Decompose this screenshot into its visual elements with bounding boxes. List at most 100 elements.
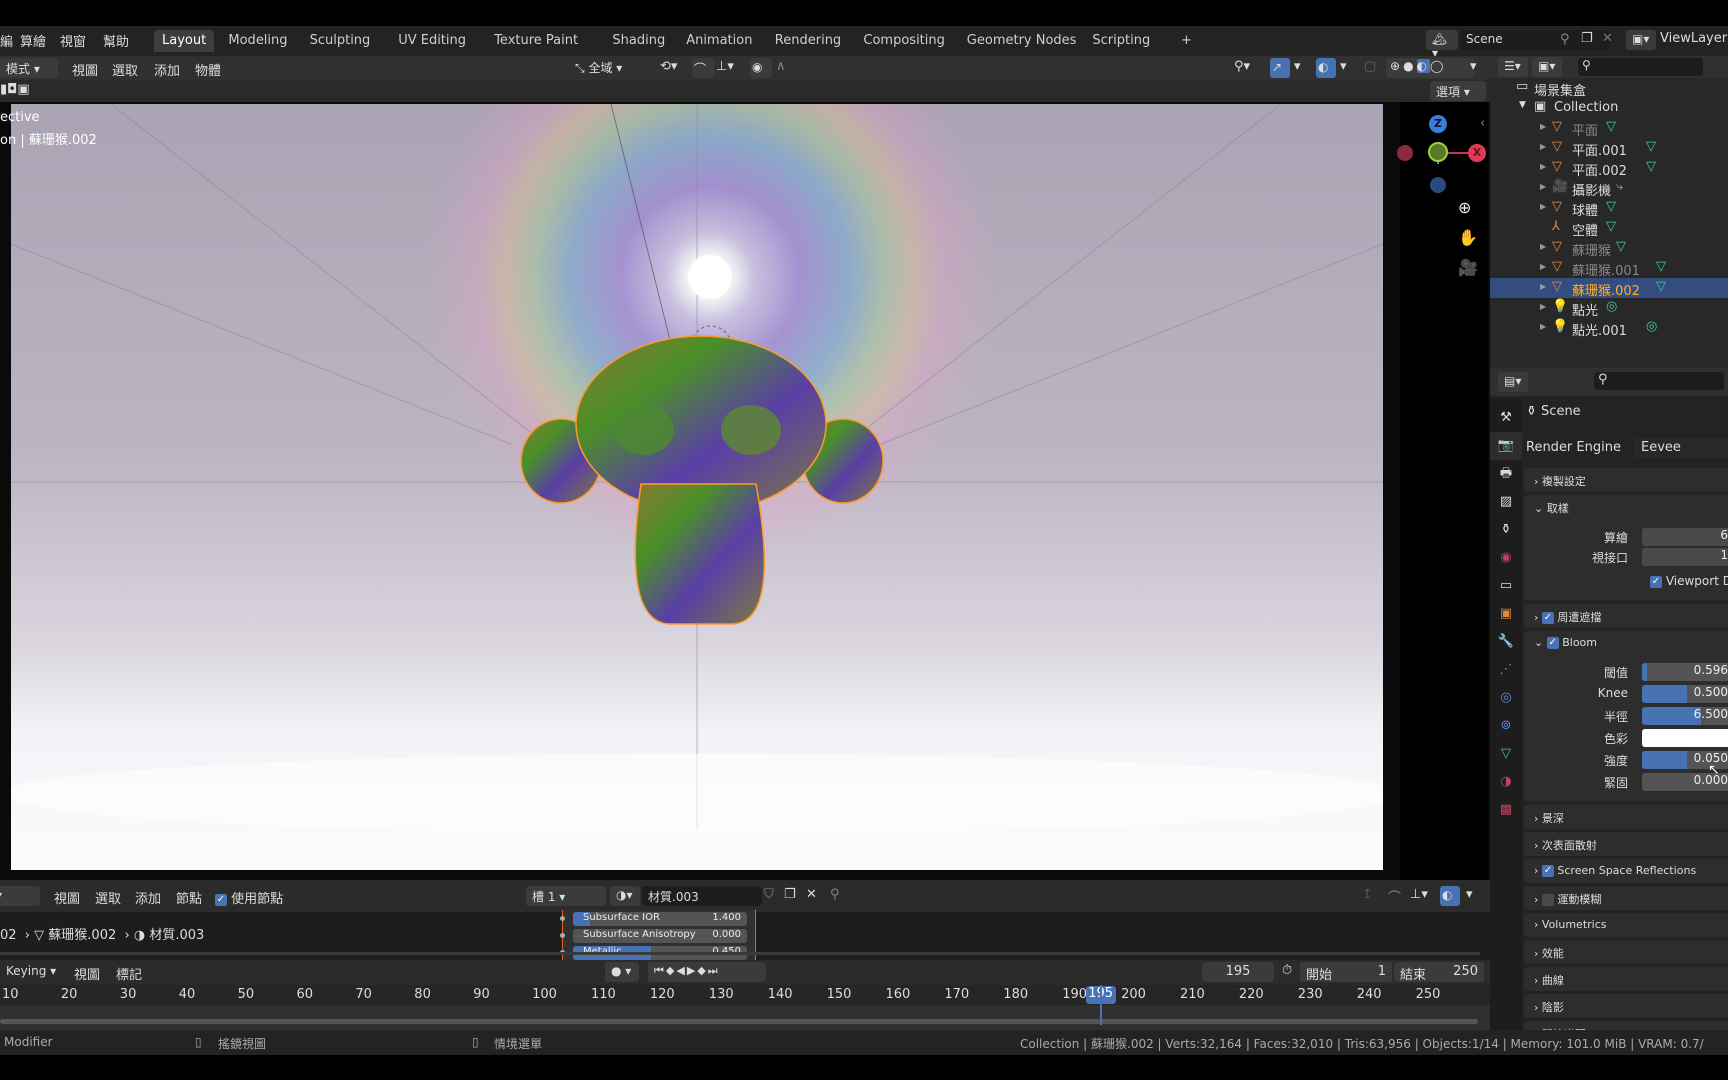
- playhead[interactable]: [1099, 985, 1102, 1025]
- outliner-item[interactable]: ▶ ▽ 平面.002 ▽: [1490, 158, 1728, 179]
- overlay-toggle-icon[interactable]: ◐: [1440, 886, 1460, 906]
- mode-dropdown[interactable]: 模式 ▾: [0, 58, 58, 78]
- bloom-setting-field[interactable]: 6.500: [1642, 707, 1728, 725]
- pan-hand-icon[interactable]: ✋: [1458, 228, 1478, 247]
- navigation-gizmo[interactable]: Z X ⊕ ✋ 🎥 ‹: [1397, 102, 1488, 880]
- panel-ssr[interactable]: › ✓ Screen Space Reflections: [1524, 859, 1728, 883]
- tab-workspace[interactable]: Rendering: [767, 30, 849, 52]
- overlay-dropdown-icon[interactable]: ▾: [1340, 59, 1347, 74]
- outliner-item[interactable]: ▶ ▽ 蘇珊猴 ▽: [1490, 238, 1728, 259]
- solid-shading-icon[interactable]: ●: [1403, 59, 1416, 73]
- auto-keying-icon[interactable]: ● ▾: [605, 962, 639, 982]
- outliner-item[interactable]: ▶ 💡 點光.001 ◎: [1490, 318, 1728, 339]
- parent-icon[interactable]: ↥: [1362, 887, 1373, 902]
- checkbox-icon[interactable]: ✓: [1541, 612, 1554, 624]
- panel-motion-blur[interactable]: › ✓ 運動模糊: [1524, 886, 1728, 910]
- gizmo-dropdown-icon[interactable]: ▾: [1294, 59, 1301, 74]
- socket-dot-icon[interactable]: [560, 916, 565, 921]
- overlay-toggle-icon[interactable]: ◐: [1316, 58, 1336, 78]
- timeline-track[interactable]: [0, 985, 1490, 1030]
- modifier-tab-icon[interactable]: 🔧: [1490, 628, 1522, 656]
- expand-arrow-icon[interactable]: ▶: [1540, 322, 1546, 331]
- options-dropdown[interactable]: 選項 ▾: [1430, 81, 1486, 101]
- y-axis-handle[interactable]: [1428, 142, 1448, 162]
- menu-window[interactable]: 視窗: [60, 31, 86, 50]
- menu-view[interactable]: 視圖: [74, 964, 100, 983]
- bloom-setting-field[interactable]: 0.500: [1642, 685, 1728, 703]
- view-layer-tab-icon[interactable]: ▨: [1490, 488, 1522, 516]
- outliner-item[interactable]: ⅄ 空體 ▽: [1490, 218, 1728, 239]
- tab-workspace[interactable]: Scripting: [1084, 30, 1158, 52]
- bloom-setting-field[interactable]: [1642, 729, 1728, 747]
- play-icon[interactable]: ▶: [687, 964, 697, 977]
- new-scene-icon[interactable]: ❐: [1581, 31, 1593, 46]
- pin-icon[interactable]: ⚲: [1560, 32, 1570, 47]
- outliner-collection[interactable]: ▼ ▣ Collection: [1490, 98, 1728, 118]
- outliner-item[interactable]: ▶ 🎥 攝影機 ⤷: [1490, 178, 1728, 199]
- tab-workspace[interactable]: Animation: [678, 30, 760, 52]
- view-layer-icon[interactable]: ▣▾: [1626, 30, 1656, 50]
- z-axis-handle[interactable]: Z: [1429, 115, 1447, 133]
- menu-add[interactable]: 添加: [135, 888, 161, 907]
- view-layer-name[interactable]: ViewLayer: [1660, 31, 1727, 46]
- display-mode-icon[interactable]: ▣▾: [1532, 57, 1562, 77]
- viewport-denoise-checkbox[interactable]: ✓ Viewport D: [1650, 574, 1728, 588]
- zoom-icon[interactable]: ⊕: [1458, 198, 1471, 217]
- expand-arrow-icon[interactable]: ▶: [1540, 142, 1546, 151]
- outliner-item[interactable]: ▶ ▽ 蘇珊猴.002 ▽: [1490, 278, 1728, 299]
- mesh-data-icon[interactable]: ▽: [1606, 119, 1616, 134]
- checkbox-icon[interactable]: ✓: [1541, 894, 1554, 906]
- menu-edit[interactable]: 編: [0, 31, 13, 50]
- panel-performance[interactable]: › 效能: [1524, 940, 1728, 964]
- tab-workspace[interactable]: Layout: [154, 30, 215, 52]
- checkbox-icon[interactable]: ✓: [1546, 637, 1559, 649]
- outliner-item[interactable]: ▶ ▽ 平面.001 ▽: [1490, 138, 1728, 159]
- timeline-scrollbar[interactable]: [0, 1019, 1478, 1024]
- falloff-icon[interactable]: ∧: [776, 59, 786, 74]
- mesh-data-icon[interactable]: ▽: [1656, 279, 1666, 294]
- object-tab-icon[interactable]: ▣: [1490, 600, 1522, 628]
- editor-type-icon[interactable]: ▤▾: [1498, 372, 1528, 392]
- panel-volumetrics[interactable]: › Volumetrics: [1524, 913, 1728, 937]
- particles-tab-icon[interactable]: ⋰: [1490, 656, 1522, 684]
- menu-marker[interactable]: 標記: [116, 964, 142, 983]
- select-mode-icons[interactable]: ▮◘▣: [0, 82, 30, 97]
- expand-arrow-icon[interactable]: ▶: [1540, 162, 1546, 171]
- tab-workspace[interactable]: Sculpting: [302, 30, 379, 52]
- editor-mode-dropdown[interactable]: ▾: [0, 886, 40, 906]
- tool-tab-icon[interactable]: ⚒: [1490, 404, 1522, 432]
- mesh-data-icon[interactable]: ▽: [1656, 259, 1666, 274]
- 3d-viewport[interactable]: ective on | 蘇珊猴.002 Z X ⊕ ✋ 🎥 ‹: [0, 102, 1490, 880]
- menu-node[interactable]: 節點: [176, 888, 202, 907]
- stopwatch-icon[interactable]: ⏱: [1282, 963, 1292, 978]
- neg-z-handle[interactable]: [1430, 177, 1446, 193]
- overlay-dropdown-icon[interactable]: ▾: [1466, 887, 1473, 902]
- tab-workspace[interactable]: Geometry Nodes: [959, 30, 1085, 52]
- neg-x-handle[interactable]: [1397, 145, 1413, 161]
- end-frame-field[interactable]: 結束 250: [1394, 962, 1484, 983]
- gizmo-toggle-icon[interactable]: ↗: [1270, 58, 1290, 78]
- data-tab-icon[interactable]: ▽: [1490, 740, 1522, 768]
- expand-arrow-icon[interactable]: ▶: [1540, 282, 1546, 291]
- fake-user-icon[interactable]: ⛉: [764, 887, 774, 902]
- prev-keyframe-icon[interactable]: ◆: [666, 964, 676, 977]
- mesh-data-icon[interactable]: ▽: [1606, 199, 1616, 214]
- expand-arrow-icon[interactable]: ▶: [1540, 262, 1546, 271]
- rendered-shading-icon[interactable]: ◯: [1430, 59, 1446, 73]
- expand-arrow-icon[interactable]: ▼: [1519, 100, 1526, 110]
- render-tab-icon[interactable]: 📷: [1490, 432, 1522, 460]
- orientation-dropdown[interactable]: ⤡ 全域 ▾: [575, 59, 650, 79]
- jump-start-icon[interactable]: ⏮: [654, 964, 666, 977]
- output-tab-icon[interactable]: 🖶: [1490, 460, 1522, 488]
- light-data-icon[interactable]: ◎: [1606, 299, 1617, 314]
- mesh-data-icon[interactable]: ▽: [1616, 239, 1626, 254]
- tab-workspace[interactable]: UV Editing: [390, 30, 474, 52]
- tab-workspace[interactable]: Compositing: [855, 30, 953, 52]
- snap-icon[interactable]: ⌒: [1388, 887, 1401, 906]
- mesh-data-icon[interactable]: ⤷: [1616, 179, 1623, 194]
- node-socket-field[interactable]: Subsurface Anisotropy 0.000: [573, 929, 747, 943]
- menu-select[interactable]: 選取: [95, 888, 121, 907]
- material-name-field[interactable]: 材質.003: [642, 886, 762, 906]
- bloom-setting-field[interactable]: 0.596: [1642, 663, 1728, 681]
- physics-tab-icon[interactable]: ◎: [1490, 684, 1522, 712]
